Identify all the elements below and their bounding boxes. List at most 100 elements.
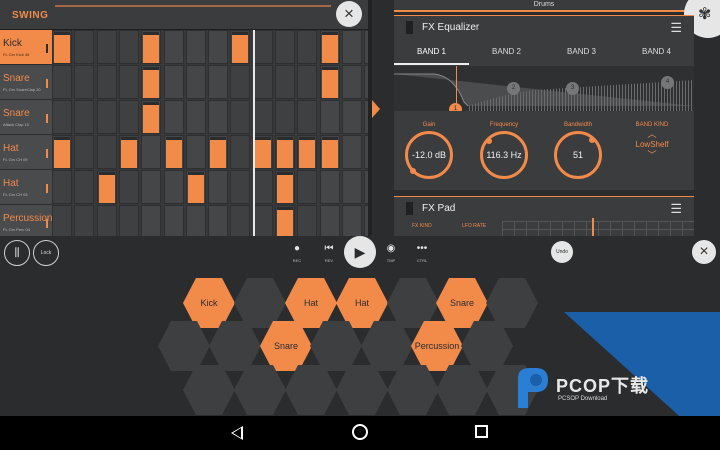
undo-button[interactable]: Undo — [551, 241, 573, 263]
step-off[interactable] — [297, 170, 318, 204]
pad-empty[interactable] — [387, 365, 439, 415]
step-on[interactable] — [141, 65, 162, 99]
step-off[interactable] — [74, 135, 95, 169]
step-off[interactable] — [163, 30, 184, 64]
step-off[interactable] — [96, 135, 117, 169]
step-off[interactable] — [230, 205, 251, 236]
step-on[interactable] — [141, 100, 162, 134]
step-on[interactable] — [208, 135, 229, 169]
step-on[interactable] — [319, 135, 340, 169]
band-kind-selector[interactable]: BAND KIND ︿ LowShelf ﹀ — [622, 122, 682, 161]
step-off[interactable] — [252, 170, 273, 204]
pad-empty[interactable] — [209, 321, 261, 371]
menu-icon[interactable]: ☰ — [670, 202, 682, 215]
step-on[interactable] — [319, 30, 340, 64]
step-off[interactable] — [252, 65, 273, 99]
step-off[interactable] — [341, 135, 362, 169]
tempo-button[interactable]: ◉ TMP — [380, 243, 402, 263]
step-off[interactable] — [185, 65, 206, 99]
step-off[interactable] — [52, 100, 72, 134]
step-off[interactable] — [96, 205, 117, 236]
step-off[interactable] — [163, 65, 184, 99]
chevron-down-icon[interactable]: ﹀ — [622, 149, 682, 161]
control-button[interactable]: ••• CTRL — [411, 243, 433, 263]
step-off[interactable] — [141, 205, 162, 236]
step-on[interactable] — [141, 30, 162, 64]
mixer-button[interactable]: ⫼ — [4, 240, 30, 266]
step-off[interactable] — [118, 65, 139, 99]
step-off[interactable] — [185, 205, 206, 236]
pattern-title[interactable]: Drums — [394, 0, 694, 12]
step-off[interactable] — [208, 100, 229, 134]
pad-empty[interactable] — [461, 321, 513, 371]
pad-empty[interactable] — [234, 278, 286, 328]
frequency-knob[interactable]: Frequency 116.3 Hz — [474, 122, 534, 179]
step-off[interactable] — [52, 170, 72, 204]
step-off[interactable] — [341, 100, 362, 134]
pad-empty[interactable] — [361, 321, 413, 371]
pad-empty[interactable] — [234, 365, 286, 415]
step-off[interactable] — [163, 205, 184, 236]
xy-pad-cursor[interactable] — [592, 218, 594, 236]
pad-empty[interactable] — [310, 321, 362, 371]
pad-empty[interactable] — [158, 321, 210, 371]
tab-band-1[interactable]: BAND 1 — [394, 40, 469, 65]
step-on[interactable] — [118, 135, 139, 169]
step-off[interactable] — [74, 100, 95, 134]
pad-percussion[interactable]: Percussion — [411, 321, 463, 371]
step-off[interactable] — [74, 205, 95, 236]
pad-hat[interactable]: Hat — [336, 278, 388, 328]
lock-button[interactable]: Lock — [33, 240, 59, 266]
menu-icon[interactable]: ☰ — [670, 21, 682, 34]
step-off[interactable] — [275, 30, 295, 64]
gain-knob[interactable]: Gain -12.0 dB — [399, 122, 459, 179]
record-button[interactable]: ● REC — [286, 243, 308, 263]
step-off[interactable] — [118, 205, 139, 236]
step-off[interactable] — [208, 30, 229, 64]
channel-2[interactable]: Snare Attack Clap 10 — [0, 100, 52, 135]
step-off[interactable] — [297, 205, 318, 236]
step-off[interactable] — [185, 100, 206, 134]
step-off[interactable] — [163, 100, 184, 134]
step-off[interactable] — [319, 170, 340, 204]
pad-empty[interactable] — [387, 278, 439, 328]
step-on[interactable] — [275, 135, 295, 169]
step-off[interactable] — [141, 170, 162, 204]
step-on[interactable] — [319, 65, 340, 99]
step-on[interactable] — [230, 30, 251, 64]
slot-handle-icon[interactable] — [406, 202, 413, 215]
step-on[interactable] — [275, 205, 295, 236]
step-off[interactable] — [275, 100, 295, 134]
channel-0[interactable]: Kick FL Grv Kick 46 — [0, 30, 52, 65]
step-on[interactable] — [52, 135, 72, 169]
pad-snare[interactable]: Snare — [260, 321, 312, 371]
step-on[interactable] — [275, 170, 295, 204]
eq-graph[interactable]: 1 2 3 4 — [394, 66, 694, 111]
pad-hat[interactable]: Hat — [285, 278, 337, 328]
step-off[interactable] — [74, 65, 95, 99]
close-pads-button[interactable]: × — [692, 240, 716, 264]
step-on[interactable] — [96, 170, 117, 204]
step-on[interactable] — [163, 135, 184, 169]
close-sequencer-button[interactable]: × — [336, 1, 362, 27]
step-off[interactable] — [252, 100, 273, 134]
step-off[interactable] — [118, 100, 139, 134]
step-off[interactable] — [252, 30, 273, 64]
back-icon[interactable] — [231, 426, 243, 440]
step-on[interactable] — [52, 30, 72, 64]
rewind-button[interactable]: ⏮ REV — [318, 243, 340, 263]
eq-node-2[interactable]: 2 — [507, 82, 520, 95]
step-off[interactable] — [230, 135, 251, 169]
step-off[interactable] — [208, 65, 229, 99]
step-off[interactable] — [230, 170, 251, 204]
pad-empty[interactable] — [436, 365, 488, 415]
recents-icon[interactable] — [475, 425, 488, 438]
bandwidth-knob[interactable]: Bandwidth 51 — [548, 122, 608, 179]
channel-5[interactable]: Percussion FL Grv Perc 04 — [0, 205, 52, 236]
channel-4[interactable]: Hat FL Grv CH 03 — [0, 170, 52, 205]
step-off[interactable] — [52, 65, 72, 99]
step-off[interactable] — [185, 30, 206, 64]
tab-band-3[interactable]: BAND 3 — [544, 40, 619, 65]
step-off[interactable] — [185, 135, 206, 169]
step-off[interactable] — [74, 30, 95, 64]
